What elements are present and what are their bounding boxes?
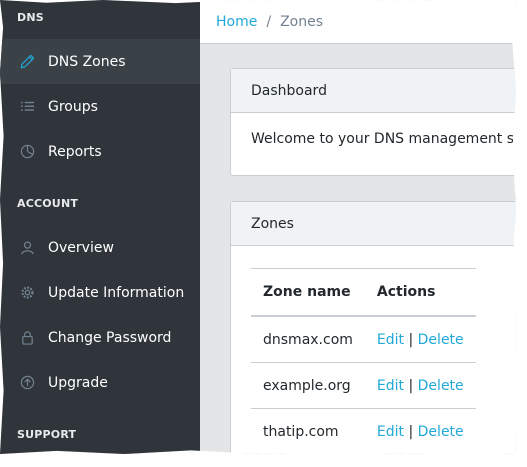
- sidebar-item-update-information[interactable]: Update Information: [0, 270, 200, 315]
- zone-name-cell: example.org: [251, 362, 365, 409]
- section-title-dns: DNS: [17, 11, 44, 24]
- sidebar: DNS DNS Zones Groups Reports ACCOUNT Ove: [0, 0, 200, 454]
- sidebar-item-label: Overview: [48, 239, 114, 256]
- zones-card-header: Zones: [231, 202, 516, 246]
- column-header-actions: Actions: [364, 268, 476, 317]
- sidebar-item-dns-zones[interactable]: DNS Zones: [0, 39, 200, 84]
- zone-name-cell: thatip.com: [263, 423, 339, 440]
- breadcrumb-separator: /: [266, 13, 272, 30]
- arrow-up-circle-icon: [19, 375, 35, 391]
- sidebar-item-reports[interactable]: Reports: [0, 129, 200, 174]
- table-header-row: Zone name Actions: [251, 268, 476, 317]
- column-header-zone-name: Zone name: [251, 268, 365, 317]
- gear-icon: [19, 285, 35, 301]
- sidebar-item-label: Update Information: [48, 284, 185, 301]
- actions-cell: Edit | Delete: [364, 362, 476, 409]
- sidebar-item-groups[interactable]: Groups: [0, 84, 200, 129]
- breadcrumb: Home / Zones: [200, 0, 516, 44]
- dashboard-card-header: Dashboard: [231, 69, 516, 113]
- sidebar-item-label: Groups: [48, 98, 98, 115]
- edit-link[interactable]: Edit: [377, 424, 404, 440]
- action-separator: |: [408, 377, 414, 394]
- delete-link[interactable]: Delete: [418, 424, 464, 440]
- actions-cell: Edit | Delete: [365, 409, 476, 455]
- dashboard-card: Dashboard Welcome to your DNS management…: [230, 68, 516, 176]
- lock-icon: [19, 330, 35, 346]
- section-title-account: ACCOUNT: [17, 197, 79, 210]
- table-row: thatip.com Edit | Delete: [251, 409, 476, 455]
- app-window: DNS DNS Zones Groups Reports ACCOUNT Ove: [0, 0, 516, 454]
- breadcrumb-current: Zones: [280, 13, 323, 30]
- pie-chart-icon: [19, 144, 35, 160]
- user-icon: [19, 240, 35, 256]
- sidebar-item-overview[interactable]: Overview: [0, 225, 200, 270]
- welcome-message: Welcome to your DNS management site. Fi: [251, 131, 516, 147]
- delete-link[interactable]: Delete: [418, 332, 464, 348]
- zone-name-cell: dnsmax.com: [251, 316, 365, 363]
- edit-link[interactable]: Edit: [377, 332, 404, 348]
- list-icon: [19, 99, 35, 115]
- sidebar-item-label: Upgrade: [48, 374, 108, 391]
- sidebar-item-label: Reports: [48, 143, 102, 160]
- zones-table: Zone name Actions dnsmax.com Edit | Dele…: [251, 268, 476, 454]
- sidebar-item-label: Change Password: [48, 329, 172, 346]
- sidebar-item-upgrade[interactable]: Upgrade: [0, 360, 200, 405]
- table-row: example.org Edit | Delete: [251, 362, 476, 409]
- action-separator: |: [408, 423, 414, 440]
- section-title-support: SUPPORT: [17, 428, 77, 441]
- table-row: dnsmax.com Edit | Delete: [251, 316, 476, 363]
- zones-card: Zones Zone name Actions dnsmax.com Edit …: [230, 201, 516, 454]
- sidebar-item-change-password[interactable]: Change Password: [0, 315, 200, 360]
- delete-link[interactable]: Delete: [418, 378, 464, 394]
- actions-cell: Edit | Delete: [364, 316, 476, 363]
- pencil-icon: [19, 54, 35, 70]
- sidebar-item-label: DNS Zones: [48, 53, 126, 70]
- breadcrumb-home-link[interactable]: Home: [216, 14, 257, 30]
- edit-link[interactable]: Edit: [377, 378, 404, 394]
- action-separator: |: [408, 331, 414, 348]
